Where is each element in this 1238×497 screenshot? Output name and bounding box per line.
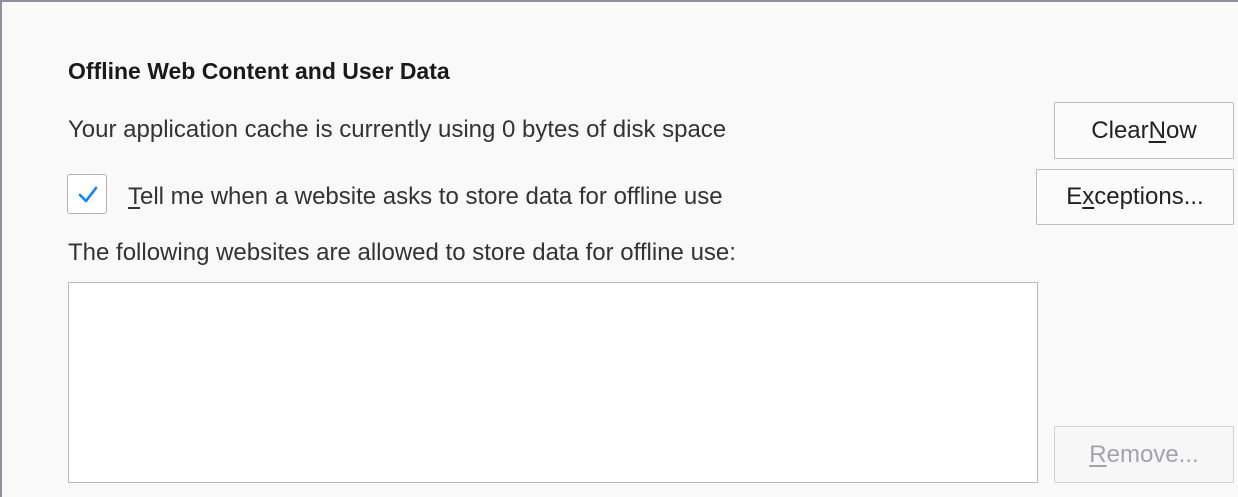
clear-now-button[interactable]: Clear Now xyxy=(1054,102,1234,159)
section-title: Offline Web Content and User Data xyxy=(68,58,450,84)
exceptions-accesskey: x xyxy=(1082,183,1095,210)
exceptions-button[interactable]: Ex ceptions... xyxy=(1036,169,1234,225)
exceptions-label-end: ceptions... xyxy=(1094,183,1204,210)
exceptions-label-start: E xyxy=(1066,183,1083,210)
checkmark-icon xyxy=(78,186,98,203)
offline-notify-checkbox[interactable] xyxy=(67,174,107,214)
remove-button[interactable]: Remove... xyxy=(1054,426,1234,483)
allowed-sites-caption: The following websites are allowed to st… xyxy=(68,239,736,266)
remove-accesskey: R xyxy=(1089,440,1107,468)
cache-usage-text: Your application cache is currently usin… xyxy=(68,116,727,143)
offline-notify-accesskey: T xyxy=(128,183,140,210)
clear-now-accesskey: N xyxy=(1148,116,1166,144)
offline-notify-label[interactable]: Tell me when a website asks to store dat… xyxy=(128,183,723,211)
offline-notify-label-text: ell me when a website asks to store data… xyxy=(140,183,723,210)
allowed-sites-list[interactable] xyxy=(68,282,1038,483)
preferences-panel: Offline Web Content and User Data Your a… xyxy=(0,0,1238,497)
remove-label-end: emove... xyxy=(1106,440,1199,468)
clear-now-label-start: Clear xyxy=(1091,116,1149,144)
clear-now-label-end: ow xyxy=(1166,116,1197,144)
